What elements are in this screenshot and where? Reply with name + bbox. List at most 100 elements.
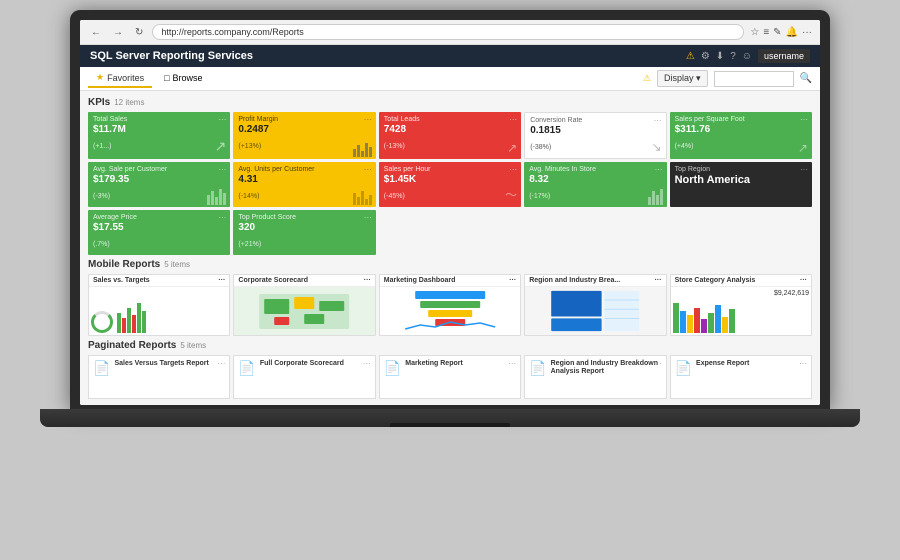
report-card-header: Corporate Scorecard ··· <box>234 275 374 287</box>
report-dots[interactable]: ··· <box>218 277 225 284</box>
forward-button[interactable]: → <box>110 26 126 39</box>
alert-icon[interactable]: ⚠ <box>686 51 695 62</box>
pag-dots[interactable]: ··· <box>508 359 516 368</box>
kpi-dots[interactable]: ··· <box>218 213 226 222</box>
refresh-button[interactable]: ↻ <box>132 26 146 39</box>
download-icon[interactable]: ⬇ <box>716 51 724 62</box>
favorites-tab[interactable]: ★ Favorites <box>88 69 152 88</box>
pag-report-marketing[interactable]: 📄 Marketing Report ··· <box>379 355 521 399</box>
pag-dots[interactable]: ··· <box>654 359 662 368</box>
report-corporate-scorecard[interactable]: Corporate Scorecard ··· <box>233 274 375 336</box>
kpi-conversion-rate: ··· Conversion Rate 0.1815 (-38%) ↘ <box>524 112 666 159</box>
browse-icon: □ <box>164 73 169 83</box>
sparkline-bars <box>205 187 228 205</box>
region-chart <box>527 289 663 333</box>
kpi-label: Sales per Square Foot <box>675 116 807 123</box>
report-body: $9,242,619 <box>671 287 811 335</box>
kpi-label: Total Leads <box>384 116 516 123</box>
kpi-empty-3 <box>670 210 812 255</box>
kpi-dots[interactable]: ··· <box>364 213 372 222</box>
alert-toolbar-icon: ⚠ <box>643 73 651 84</box>
sparkline-bars <box>646 187 665 205</box>
kpi-value: 8.32 <box>529 174 661 185</box>
report-body <box>525 287 665 335</box>
sparkline-bars <box>351 187 374 205</box>
menu-icon[interactable]: ≡ <box>763 27 769 38</box>
pag-info: Sales Versus Targets Report <box>114 360 225 368</box>
kpi-label: Top Region <box>675 166 807 173</box>
pag-report-corporate[interactable]: 📄 Full Corporate Scorecard ··· <box>233 355 375 399</box>
kpi-dots[interactable]: ··· <box>800 165 808 174</box>
kpi-dots[interactable]: ··· <box>654 116 662 125</box>
screen-content: ← → ↻ http://reports.company.com/Reports… <box>80 20 820 405</box>
mobile-reports-title: Mobile Reports5 items <box>88 259 812 270</box>
kpi-dots[interactable]: ··· <box>509 165 517 174</box>
report-dots[interactable]: ··· <box>800 277 807 284</box>
kpi-dots[interactable]: ··· <box>800 115 808 124</box>
kpi-avg-minutes: ··· Avg. Minutes In Store 8.32 (-17%) <box>524 162 666 207</box>
pag-report-region[interactable]: 📄 Region and Industry Breakdown Analysis… <box>524 355 666 399</box>
bookmark-icon[interactable]: ☆ <box>750 27 759 38</box>
report-region-industry[interactable]: Region and Industry Brea... ··· <box>524 274 666 336</box>
kpi-value: $311.76 <box>675 124 807 135</box>
pag-dots[interactable]: ··· <box>363 359 371 368</box>
pag-info: Full Corporate Scorecard <box>260 360 371 368</box>
ssrs-header: SQL Server Reporting Services ⚠ ⚙ ⬇ ? ☺ … <box>80 45 820 67</box>
report-file-icon: 📄 <box>675 360 692 377</box>
pag-report-expense[interactable]: 📄 Expense Report ··· <box>670 355 812 399</box>
pag-info: Region and Industry Breakdown Analysis R… <box>551 360 662 377</box>
kpi-avg-units: ··· Avg. Units per Customer 4.31 (-14%) <box>233 162 375 207</box>
pag-title: Full Corporate Scorecard <box>260 360 371 368</box>
username-display: username <box>758 49 810 63</box>
mobile-reports-grid: Sales vs. Targets ··· <box>88 274 812 336</box>
report-body <box>89 287 229 335</box>
kpi-dots[interactable]: ··· <box>218 165 226 174</box>
search-input[interactable] <box>714 71 794 87</box>
display-button[interactable]: Display ▾ <box>657 70 708 87</box>
kpi-label: Average Price <box>93 214 225 221</box>
paginated-reports-title: Paginated Reports5 items <box>88 340 812 351</box>
report-file-icon: 📄 <box>238 360 255 377</box>
funnel-chart <box>380 287 520 335</box>
settings-icon[interactable]: ⚙ <box>701 51 710 62</box>
back-button[interactable]: ← <box>88 26 104 39</box>
report-file-icon: 📄 <box>529 360 546 377</box>
address-bar[interactable]: http://reports.company.com/Reports <box>152 24 744 40</box>
browser-chrome: ← → ↻ http://reports.company.com/Reports… <box>80 20 820 45</box>
kpi-dots[interactable]: ··· <box>655 165 663 174</box>
kpi-value: $1.45K <box>384 174 516 185</box>
edit-icon[interactable]: ✎ <box>773 27 781 38</box>
pag-dots[interactable]: ··· <box>217 359 225 368</box>
ssrs-toolbar: ★ Favorites □ Browse ⚠ Display ▾ 🔍 <box>80 67 820 91</box>
kpi-dots[interactable]: ··· <box>509 115 517 124</box>
report-dots[interactable]: ··· <box>364 277 371 284</box>
pag-info: Expense Report <box>696 360 807 368</box>
more-icon[interactable]: ··· <box>802 27 812 38</box>
browse-tab[interactable]: □ Browse <box>156 70 210 88</box>
pag-report-sales-targets[interactable]: 📄 Sales Versus Targets Report ··· <box>88 355 230 399</box>
report-marketing-dashboard[interactable]: Marketing Dashboard ··· <box>379 274 521 336</box>
pag-dots[interactable]: ··· <box>799 359 807 368</box>
search-icon[interactable]: 🔍 <box>800 73 812 84</box>
kpi-avg-price: ··· Average Price $17.55 (.7%) <box>88 210 230 255</box>
report-dots[interactable]: ··· <box>655 277 662 284</box>
help-icon[interactable]: ? <box>730 51 736 62</box>
report-card-header: Sales vs. Targets ··· <box>89 275 229 287</box>
report-body <box>234 287 374 335</box>
kpi-label: Conversion Rate <box>530 117 660 124</box>
kpi-value: 0.1815 <box>530 125 660 136</box>
kpi-value: 0.2487 <box>238 124 370 135</box>
kpi-profit-margin: ··· Profit Margin 0.2487 (+13%) <box>233 112 375 159</box>
kpi-dots[interactable]: ··· <box>218 115 226 124</box>
bell-icon[interactable]: 🔔 <box>786 27 798 38</box>
kpi-dots[interactable]: ··· <box>364 115 372 124</box>
report-dots[interactable]: ··· <box>509 277 516 284</box>
report-sales-targets[interactable]: Sales vs. Targets ··· <box>88 274 230 336</box>
ssrs-main-content: KPIs12 items ··· Total Sales $11.7M (+1.… <box>80 91 820 405</box>
kpi-value: 320 <box>238 222 370 233</box>
report-store-category[interactable]: Store Category Analysis ··· $9,242,619 <box>670 274 812 336</box>
user-icon[interactable]: ☺ <box>742 51 752 62</box>
kpis-section-title: KPIs12 items <box>88 97 812 108</box>
kpi-dots[interactable]: ··· <box>364 165 372 174</box>
ssrs-header-icons: ⚠ ⚙ ⬇ ? ☺ username <box>686 49 810 63</box>
